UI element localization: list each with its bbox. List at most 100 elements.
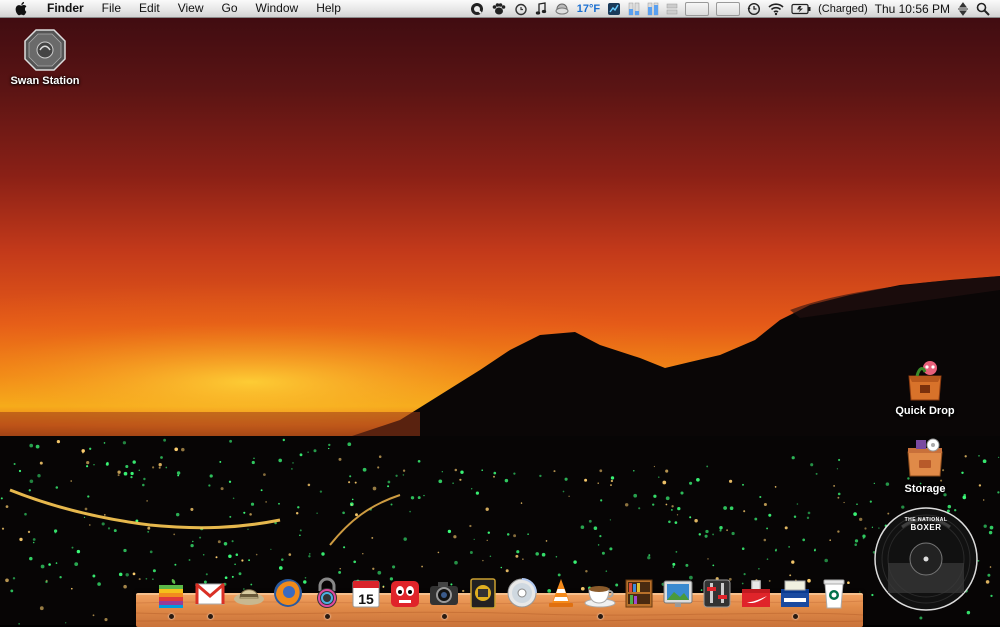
city-light xyxy=(27,530,31,534)
city-light xyxy=(55,486,59,489)
battery-status[interactable]: (Charged) xyxy=(818,3,868,15)
dock-item-preview[interactable] xyxy=(662,575,694,609)
dock-item-starbucks[interactable] xyxy=(818,575,850,609)
weather-cloud-icon[interactable] xyxy=(554,2,570,16)
city-light xyxy=(19,537,23,542)
menu-file[interactable]: File xyxy=(93,0,130,17)
menu-go[interactable]: Go xyxy=(213,0,247,17)
dock-item-firefox[interactable] xyxy=(272,575,304,609)
dock-item-vlc[interactable] xyxy=(545,575,577,609)
city-light xyxy=(417,459,421,463)
city-light xyxy=(824,558,828,563)
city-light xyxy=(173,533,176,536)
city-light xyxy=(71,546,74,549)
growl-paw-icon[interactable] xyxy=(491,2,507,16)
dock-item-photo-booth[interactable] xyxy=(467,575,499,609)
city-light xyxy=(719,529,722,532)
city-light xyxy=(553,470,556,473)
network-graph-meter[interactable] xyxy=(716,1,741,16)
dock-item-cd[interactable] xyxy=(506,575,538,609)
city-light xyxy=(92,574,96,578)
city-light xyxy=(29,479,34,484)
city-light xyxy=(763,538,767,542)
menu-window[interactable]: Window xyxy=(247,0,308,17)
city-light xyxy=(997,491,1000,494)
network-status-icon[interactable] xyxy=(957,1,969,16)
menubar-clock[interactable]: Thu 10:56 PM xyxy=(875,2,950,16)
disk-meter-icon[interactable] xyxy=(647,2,659,16)
city-light xyxy=(250,502,255,506)
menu-edit[interactable]: Edit xyxy=(130,0,169,17)
spotlight-search-icon[interactable] xyxy=(976,2,990,16)
dock-item-nike[interactable] xyxy=(740,575,772,609)
quicksilver-icon[interactable] xyxy=(470,2,484,16)
city-light xyxy=(838,458,841,462)
dock-item-hat[interactable] xyxy=(233,575,265,609)
desktop-icon-quick-drop[interactable]: Quick Drop xyxy=(880,358,970,417)
dock-item-camera[interactable] xyxy=(428,575,460,609)
network-meter-icon[interactable] xyxy=(666,2,678,16)
city-light xyxy=(719,526,723,530)
dock-item-books[interactable] xyxy=(623,575,655,609)
running-indicator-dot xyxy=(792,614,798,619)
city-light xyxy=(766,527,769,530)
city-light xyxy=(469,524,472,528)
city-light xyxy=(372,567,375,570)
running-indicator-dot xyxy=(207,614,213,619)
city-light xyxy=(149,550,153,554)
city-light xyxy=(123,548,127,553)
city-light xyxy=(152,569,156,573)
menu-view[interactable]: View xyxy=(169,0,213,17)
app-menu-finder[interactable]: Finder xyxy=(38,0,93,17)
city-light xyxy=(138,469,141,471)
city-light xyxy=(698,533,702,536)
vlc-cone-icon xyxy=(549,579,573,607)
apple-menu-icon[interactable] xyxy=(14,1,28,16)
firefox-icon xyxy=(274,579,302,607)
city-light xyxy=(481,469,484,472)
desktop-icon-swan-station[interactable]: Swan Station xyxy=(0,28,90,87)
city-light xyxy=(158,463,162,467)
city-light xyxy=(378,455,382,458)
battery-icon[interactable] xyxy=(791,2,811,16)
city-light xyxy=(671,505,674,508)
dock-item-system-prefs[interactable] xyxy=(701,575,733,609)
city-light xyxy=(243,511,246,514)
city-light xyxy=(223,542,228,546)
dock-item-gmail[interactable] xyxy=(194,575,226,609)
alarm-clock-icon[interactable] xyxy=(514,2,528,16)
memory-meter-icon[interactable] xyxy=(628,2,640,16)
desktop-icon-storage[interactable]: Storage xyxy=(880,436,970,495)
now-playing-vinyl-widget[interactable]: THE NATIONAL BOXER xyxy=(874,507,978,611)
city-light xyxy=(56,439,61,444)
city-light xyxy=(460,470,464,474)
dock-item-coffee[interactable] xyxy=(584,575,616,609)
nike-box-icon xyxy=(742,580,770,607)
city-light xyxy=(92,614,95,617)
city-light xyxy=(707,558,709,560)
city-light xyxy=(978,484,982,487)
cpu-graph-meter[interactable] xyxy=(685,1,710,16)
city-light xyxy=(997,456,1000,459)
city-light xyxy=(190,543,194,548)
dock-item-ical[interactable]: 15 xyxy=(350,575,382,609)
city-light xyxy=(132,460,136,464)
time-machine-icon[interactable] xyxy=(747,2,761,16)
istat-icon[interactable] xyxy=(607,2,621,16)
city-light xyxy=(5,578,9,583)
temperature-readout[interactable]: 17°F xyxy=(577,3,600,15)
dock-item-itunes[interactable] xyxy=(311,575,343,609)
wifi-icon[interactable] xyxy=(768,2,784,16)
dharma-swan-logo-icon xyxy=(24,29,66,71)
city-light xyxy=(545,540,548,542)
dock-item-reebok[interactable] xyxy=(779,575,811,609)
album-title-line2: BOXER xyxy=(910,523,942,532)
music-note-icon[interactable] xyxy=(535,1,547,16)
city-light xyxy=(409,510,411,513)
city-light xyxy=(351,498,354,501)
dock-item-monster[interactable] xyxy=(389,575,421,609)
running-indicator-dot xyxy=(168,614,174,619)
city-light xyxy=(768,513,772,517)
menu-help[interactable]: Help xyxy=(307,0,350,17)
dock-item-apple[interactable] xyxy=(155,575,187,609)
